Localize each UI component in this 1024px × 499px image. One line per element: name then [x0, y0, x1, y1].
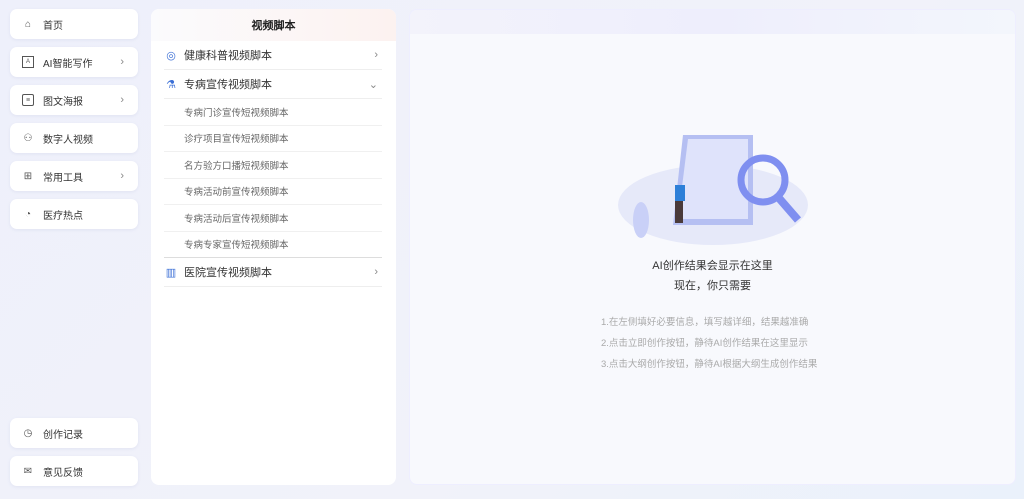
nav-label: 常用工具 [43, 172, 83, 184]
chevron-down-icon: ⌄ [368, 78, 378, 91]
nav-poster[interactable]: ≡ 图文海报 › [10, 85, 138, 115]
person-icon: ⚇ [23, 132, 33, 144]
submenu-item[interactable]: 名方验方口播短视频脚本 [164, 152, 382, 179]
hospital-icon: ▥ [165, 266, 177, 279]
nav-label: 医疗热点 [43, 210, 83, 222]
submenu-item[interactable]: 专病专家宣传短视频脚本 [164, 232, 382, 258]
home-icon: ⌂ [24, 18, 32, 30]
submenu-item[interactable]: 专病活动后宣传视频脚本 [164, 205, 382, 232]
poster-icon: ≡ [22, 94, 34, 106]
tip-3: 3.点击大纲创作按钮，静待AI根据大纲生成创作结果 [601, 359, 818, 370]
nav-tools[interactable]: ⊞ 常用工具 › [10, 161, 138, 191]
nav-label: 图文海报 [43, 96, 83, 108]
nav-feedback[interactable]: ✉ 意见反馈 [10, 456, 138, 486]
clock-icon: ◷ [23, 427, 33, 439]
tip-2: 2.点击立即创作按钮，静待AI创作结果在这里显示 [601, 338, 808, 349]
category-label: 医院宣传视频脚本 [184, 267, 272, 279]
chevron-right-icon: › [374, 49, 378, 61]
hot-icon: ◔ [24, 208, 32, 220]
ai-doc-icon: A [22, 56, 34, 68]
nav-label: 意见反馈 [43, 467, 83, 479]
nav-digital-human[interactable]: ⚇ 数字人视频 [10, 123, 138, 153]
empty-illustration-icon [618, 135, 808, 245]
grid-icon: ⊞ [23, 170, 33, 182]
chevron-right-icon: › [120, 94, 124, 106]
nav-medical-hot[interactable]: ◔ 医疗热点 [10, 199, 138, 229]
chevron-right-icon: › [374, 266, 378, 278]
result-header [410, 10, 1015, 34]
feedback-icon: ✉ [23, 465, 33, 477]
nav-label: 创作记录 [43, 429, 83, 441]
category-label: 专病宣传视频脚本 [184, 79, 272, 91]
script-menu-panel: 视频脚本 ◎ 健康科普视频脚本 › ⚗ 专病宣传视频脚本 ⌄ 专病门诊宣传短视频脚本 诊… [151, 9, 396, 485]
result-subtitle: 现在，你只需要 [674, 280, 751, 292]
nav-label: AI智能写作 [43, 58, 93, 70]
nav-history[interactable]: ◷ 创作记录 [10, 418, 138, 448]
panel-title: 视频脚本 [151, 9, 396, 41]
medicine-icon: ⚗ [166, 78, 176, 91]
result-title: AI创作结果会显示在这里 [652, 260, 773, 272]
nav-label: 数字人视频 [43, 134, 93, 146]
chevron-right-icon: › [120, 170, 124, 182]
chevron-right-icon: › [120, 56, 124, 68]
category-label: 健康科普视频脚本 [184, 50, 272, 62]
tip-1: 1.在左侧填好必要信息，填写越详细，结果越准确 [601, 317, 809, 328]
category-hospital[interactable]: ▥ 医院宣传视频脚本 › [164, 258, 382, 287]
submenu-item[interactable]: 专病门诊宣传短视频脚本 [164, 99, 382, 126]
category-specialty[interactable]: ⚗ 专病宣传视频脚本 ⌄ [164, 70, 382, 99]
submenu-item[interactable]: 诊疗项目宣传短视频脚本 [164, 126, 382, 152]
nav-label: 首页 [43, 20, 63, 32]
category-health[interactable]: ◎ 健康科普视频脚本 › [164, 41, 382, 70]
result-panel: AI创作结果会显示在这里 现在，你只需要 1.在左侧填好必要信息，填写越详细，结… [409, 9, 1016, 485]
submenu-item[interactable]: 专病活动前宣传视频脚本 [164, 179, 382, 205]
nav-ai-writing[interactable]: A AI智能写作 › [10, 47, 138, 77]
health-icon: ◎ [166, 49, 176, 62]
nav-home[interactable]: ⌂ 首页 [10, 9, 138, 39]
